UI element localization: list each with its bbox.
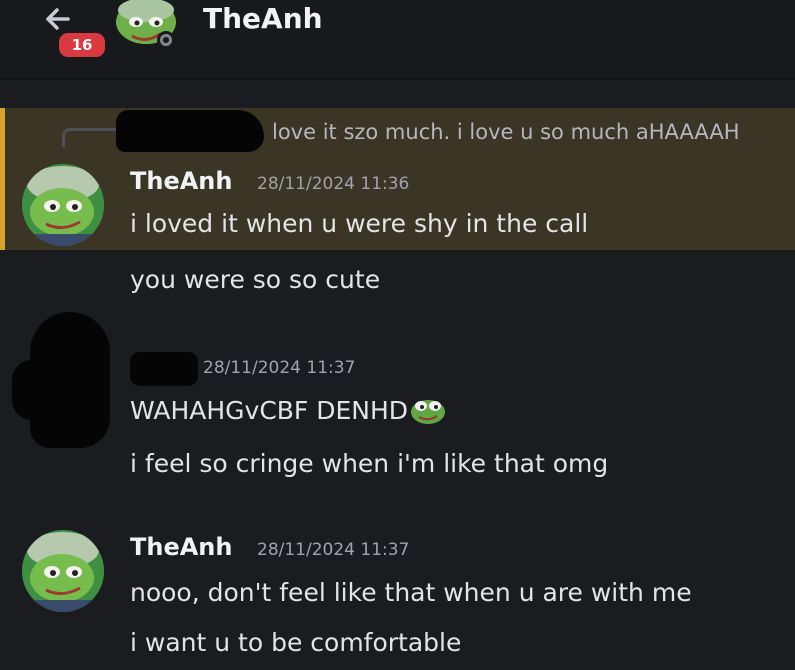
status-offline-icon: [157, 31, 175, 49]
redacted-avatar: [12, 360, 52, 420]
message-timestamp: 28/11/2024 11:37: [257, 540, 410, 560]
message-text-content: WAHAHGvCBF DENHD: [130, 396, 409, 425]
message-text: you were so so cute: [130, 265, 381, 294]
dm-recipient-name[interactable]: TheAnh: [203, 0, 323, 38]
channel-header: 16 TheAnh: [0, 0, 795, 80]
reply-connector: [62, 128, 121, 147]
message-text: i want u to be comfortable: [130, 628, 462, 657]
reply-preview-text[interactable]: love it szo much. i love u so much aHAAA…: [272, 118, 740, 146]
pepe-emoji-icon[interactable]: [409, 395, 447, 425]
message-author[interactable]: TheAnh: [130, 166, 232, 196]
unread-badge: 16: [56, 30, 108, 60]
message-text: i feel so cringe when i'm like that omg: [130, 449, 609, 478]
redacted-username: [130, 352, 198, 386]
redacted-username: [116, 110, 264, 152]
message-timestamp: 28/11/2024 11:37: [203, 358, 356, 378]
avatar[interactable]: [22, 164, 104, 246]
message-text: WAHAHGvCBF DENHD: [130, 394, 447, 428]
dm-chat-screen: 16 TheAnh love it szo much. i love u so …: [0, 0, 795, 670]
avatar[interactable]: [22, 530, 104, 612]
message-author[interactable]: TheAnh: [130, 532, 232, 562]
message-timestamp: 28/11/2024 11:36: [257, 174, 410, 194]
message-text: nooo, don't feel like that when u are wi…: [130, 578, 692, 607]
message-text: i loved it when u were shy in the call: [130, 209, 589, 238]
